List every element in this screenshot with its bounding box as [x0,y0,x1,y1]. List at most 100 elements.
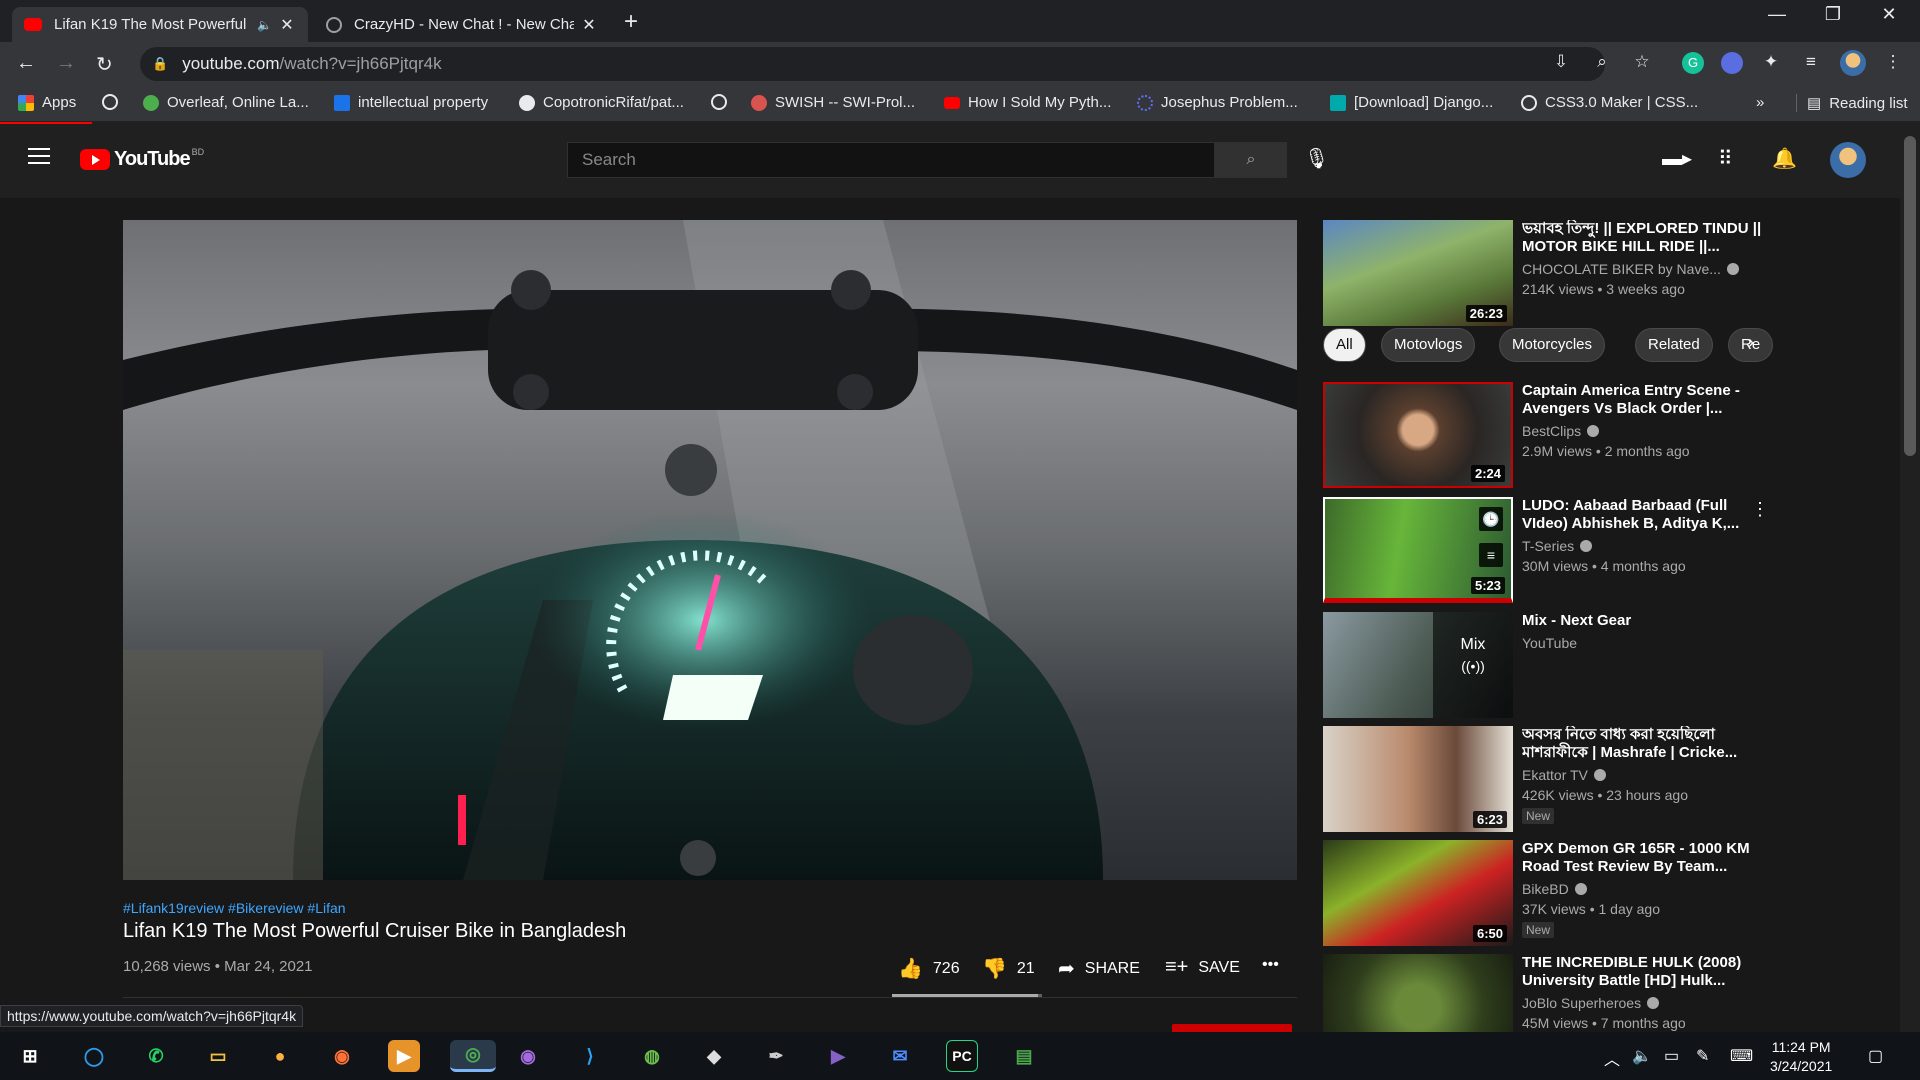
reading-list-button[interactable]: ▤ Reading list [1796,94,1908,112]
related-video[interactable]: 6:23 অবসর নিতে বাধ্য করা হয়েছিলো মাশরাফ… [1323,726,1763,832]
bookmarks-overflow[interactable]: » [1756,94,1764,111]
chrome-taskbar-icon[interactable]: ◎ [450,1040,496,1072]
taskbar-clock[interactable]: 11:24 PM 3/24/2021 [1770,1038,1832,1076]
network-icon[interactable]: ▭ [1664,1046,1679,1066]
pycharm-icon[interactable]: PC [946,1040,978,1072]
search-button[interactable]: ⌕ [1215,142,1287,178]
reload-icon[interactable]: ↻ [96,52,113,77]
bookmark-youtube[interactable]: How I Sold My Pyth... [944,94,1111,111]
related-video[interactable]: 6:50 GPX Demon GR 165R - 1000 KM Road Te… [1323,840,1763,946]
share-button[interactable]: ➦ SHARE [1058,956,1140,981]
chip-all[interactable]: All [1323,328,1366,362]
bookmark-star-icon[interactable]: ☆ [1631,52,1653,74]
messenger-icon[interactable]: ✉ [884,1040,916,1072]
cortana-icon[interactable]: ◯ [78,1040,110,1072]
create-video-icon[interactable]: ▬▸ [1662,146,1692,171]
bookmark-globe[interactable] [102,94,126,110]
back-icon[interactable]: ← [16,52,36,75]
extension-icon[interactable] [1721,52,1743,74]
tab-close-icon[interactable]: ✕ [278,15,296,35]
bookmark-label: Overleaf, Online La... [167,94,309,111]
url-path: /watch?v=jh66Pjtqr4k [279,54,442,73]
playlist-add-icon: ≡+ [1165,956,1189,978]
chip-motorcycles[interactable]: Motorcycles [1499,328,1606,362]
minimize-button[interactable]: — [1754,4,1800,25]
related-video[interactable]: 2:24 Captain America Entry Scene - Aveng… [1323,382,1763,488]
video-hashtags[interactable]: #Lifank19review #Bikereview #Lifan [123,900,346,916]
tab-crazyhd[interactable]: CrazyHD - New Chat ! - New Cha ✕ [314,7,610,42]
globe-app-icon[interactable]: ◍ [636,1040,668,1072]
apps-grid-icon[interactable]: ⠿ [1718,146,1733,171]
related-title: LUDO: Aabaad Barbaad (Full VIdeo) Abhish… [1522,497,1740,532]
notifications-icon[interactable]: ▢ [1868,1046,1883,1066]
pen-icon[interactable]: ✎ [1696,1046,1709,1066]
youtube-logo[interactable]: YouTube BD [80,147,204,171]
media-control-icon[interactable]: ≡ [1800,52,1822,74]
save-button[interactable]: ≡+ SAVE [1165,956,1240,979]
github-desktop-icon[interactable]: ◉ [512,1040,544,1072]
restore-button[interactable]: ❐ [1810,4,1856,25]
more-actions-icon[interactable]: ••• [1262,956,1279,974]
new-tab-button[interactable]: + [624,8,638,36]
subscribe-button[interactable] [1172,1024,1292,1032]
bookmark-globe-2[interactable] [711,94,735,110]
chip-related[interactable]: Related [1635,328,1713,362]
bookmark-intellectual-property[interactable]: intellectual property [334,94,488,111]
bookmark-django[interactable]: [Download] Django... [1330,94,1493,111]
bookmark-overleaf[interactable]: Overleaf, Online La... [143,94,309,111]
media-app-icon[interactable]: ▶ [388,1040,420,1072]
profile-avatar[interactable] [1840,50,1866,76]
scrollbar-thumb[interactable] [1904,136,1916,456]
bookmark-github[interactable]: CopotronicRifat/pat... [519,94,684,111]
page-scrollbar[interactable] [1900,122,1920,1032]
tab-close-icon[interactable]: ✕ [580,15,598,35]
microphone-icon[interactable]: 🎙 [1304,146,1329,171]
dislike-button[interactable]: 👎 21 [982,956,1035,981]
file-explorer-icon[interactable]: ▭ [202,1040,234,1072]
account-avatar[interactable] [1830,142,1866,178]
app-icon[interactable]: ◆ [698,1040,730,1072]
related-video[interactable]: Mix ((•)) Mix - Next Gear YouTube [1323,612,1763,718]
install-app-icon[interactable]: ⇩ [1550,52,1572,74]
add-to-queue-icon[interactable]: ≡ [1479,543,1503,567]
bookmark-josephus[interactable]: Josephus Problem... [1137,94,1298,111]
watch-later-icon[interactable]: 🕒 [1479,507,1503,531]
address-bar[interactable]: 🔒 youtube.com/watch?v=jh66Pjtqr4k [140,47,1605,81]
more-options-icon[interactable]: ⋮ [1751,499,1769,520]
chrome-menu-icon[interactable]: ⋮ [1882,52,1904,74]
forward-icon[interactable]: → [56,52,76,75]
firefox-icon[interactable]: ◉ [326,1040,358,1072]
tab-youtube[interactable]: Lifan K19 The Most Powerful 🔈 ✕ [12,7,308,42]
notepad-icon[interactable]: ▤ [1008,1040,1040,1072]
chip-motovlogs[interactable]: Motovlogs [1381,328,1476,362]
like-button[interactable]: 👍 726 [898,956,960,981]
volume-icon[interactable]: 🔈 [1632,1046,1652,1066]
related-video[interactable]: 26:23 ভয়াবহ তিন্দু! || EXPLORED TINDU |… [1323,220,1763,326]
bookmark-apps[interactable]: Apps [18,94,76,111]
inkscape-icon[interactable]: ✒ [760,1040,792,1072]
extensions-puzzle-icon[interactable]: ✦ [1760,52,1782,74]
search-input[interactable]: Search [567,142,1215,178]
bookmark-css3-maker[interactable]: CSS3.0 Maker | CSS... [1521,94,1698,111]
zoom-icon[interactable]: ⌕ [1591,52,1613,74]
windows-start-icon[interactable]: ⊞ [14,1040,46,1072]
chips-next-chevron-icon[interactable]: › [1748,332,1754,353]
apps-grid-icon [18,94,34,111]
tray-chevron-icon[interactable]: ︿ [1604,1046,1620,1070]
visual-studio-icon[interactable]: ▶ [822,1040,854,1072]
whatsapp-icon[interactable]: ✆ [140,1040,172,1072]
notifications-bell-icon[interactable]: 🔔 [1772,146,1797,171]
hamburger-menu-icon[interactable] [28,148,50,164]
video-player[interactable] [123,220,1297,880]
related-video[interactable]: THE INCREDIBLE HULK (2008) University Ba… [1323,954,1763,1032]
brave-browser-icon[interactable]: ● [264,1040,296,1072]
video-thumbnail: Mix ((•)) [1323,612,1513,718]
keyboard-icon[interactable]: ⌨ [1730,1046,1753,1066]
speaker-icon[interactable]: 🔈 [257,18,272,32]
grammarly-icon[interactable]: G [1682,52,1704,74]
vscode-icon[interactable]: ⟩ [574,1040,606,1072]
bookmark-swish[interactable]: SWISH -- SWI-Prol... [751,94,915,111]
close-window-button[interactable]: ✕ [1866,4,1912,25]
related-video[interactable]: 🕒 ≡ 5:23 LUDO: Aabaad Barbaad (Full VIde… [1323,497,1769,603]
related-views: 214K views • 3 weeks ago [1522,281,1685,297]
